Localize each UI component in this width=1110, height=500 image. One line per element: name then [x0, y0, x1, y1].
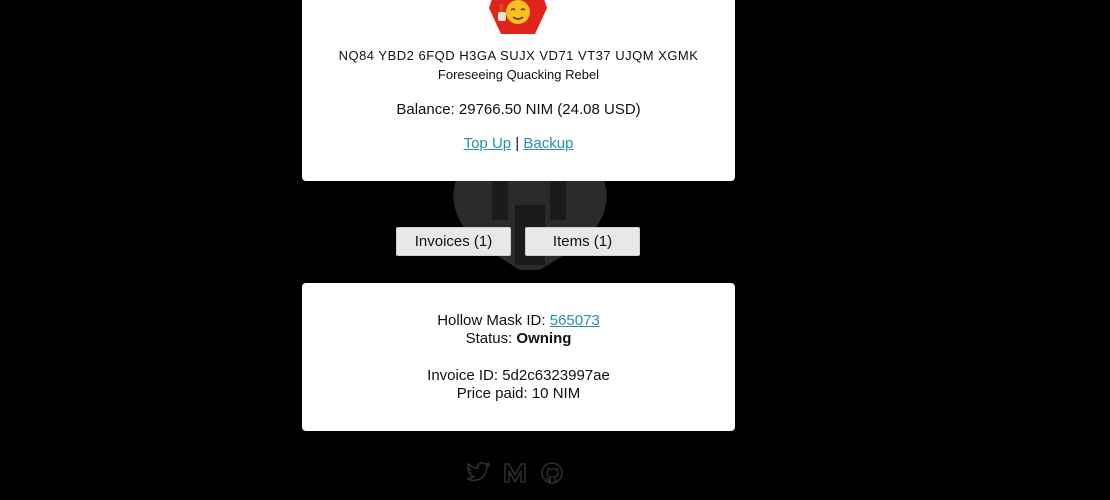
invoice-id-line: Invoice ID: 5d2c6323997ae: [302, 367, 735, 384]
mask-id-line: Hollow Mask ID: 565073: [302, 312, 735, 329]
balance-value: 29766.50 NIM (24.08 USD): [458, 101, 641, 118]
tab-invoices[interactable]: Invoices (1): [396, 227, 511, 256]
item-card: Hollow Mask ID: 565073 Status: Owning In…: [302, 283, 735, 431]
nimiqon-avatar-icon: [489, 0, 547, 34]
backup-link[interactable]: Backup: [523, 135, 573, 152]
price-label: Price paid:: [456, 385, 532, 402]
wallet-address: NQ84 YBD2 6FQD H3GA SUJX VD71 VT37 UJQM …: [338, 48, 699, 63]
top-up-link[interactable]: Top Up: [464, 135, 512, 152]
status-value: Owning: [516, 330, 572, 347]
balance-line: Balance: 29766.50 NIM (24.08 USD): [302, 101, 735, 118]
status-line: Status: Owning: [302, 330, 735, 347]
price-line: Price paid: 10 NIM: [302, 385, 735, 402]
mask-id-link[interactable]: 565073: [550, 312, 600, 329]
invoice-id-label: Invoice ID:: [427, 367, 503, 384]
medium-icon[interactable]: [503, 462, 527, 484]
github-icon[interactable]: [540, 462, 564, 484]
wallet-name: Foreseeing Quacking Rebel: [437, 67, 600, 82]
price-value: 10 NIM: [531, 385, 581, 402]
balance-label: Balance:: [396, 101, 459, 118]
tab-items[interactable]: Items (1): [525, 227, 640, 256]
wallet-actions: Top Up | Backup: [302, 135, 735, 152]
link-separator: |: [511, 135, 524, 152]
mask-id-label: Hollow Mask ID:: [437, 312, 550, 329]
invoice-id-value: 5d2c6323997ae: [502, 367, 610, 384]
twitter-icon[interactable]: [466, 462, 490, 484]
status-label: Status:: [465, 330, 517, 347]
